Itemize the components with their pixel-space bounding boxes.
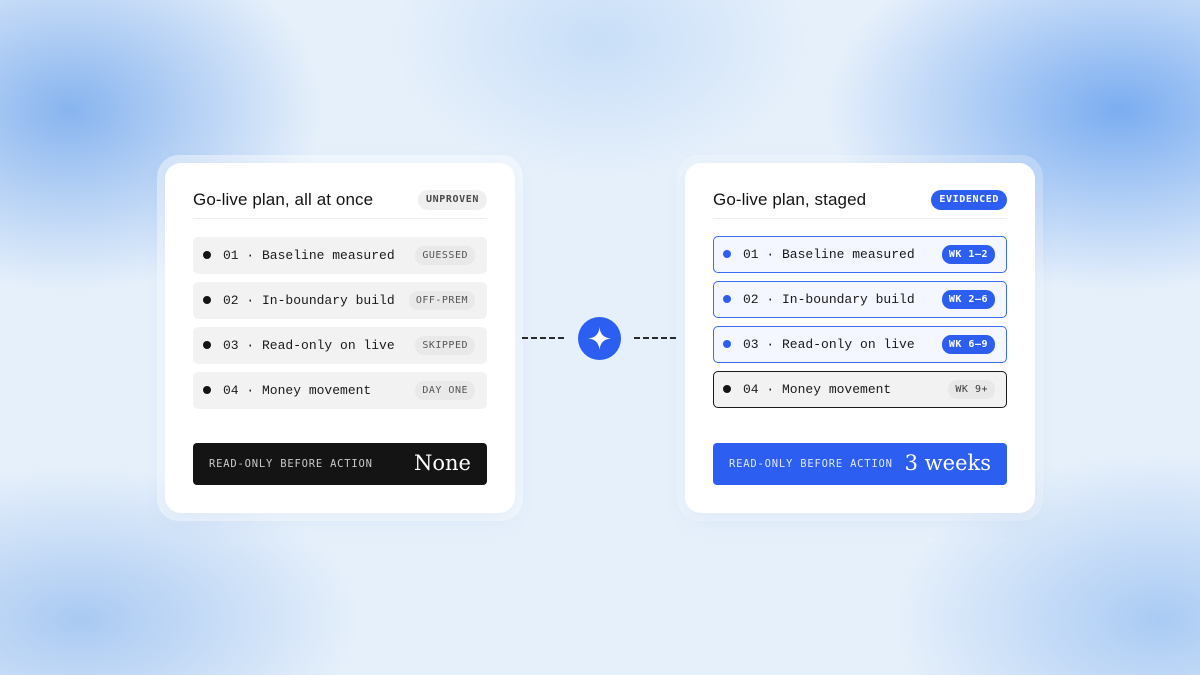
status-badge: UNPROVEN: [418, 190, 487, 210]
bullet-icon: [203, 341, 211, 349]
step-tag: WK 6–9: [941, 335, 995, 354]
step-row: 02 · In-boundary build WK 2–6: [713, 281, 1007, 318]
summary-label: READ-ONLY BEFORE ACTION: [209, 458, 373, 470]
step-row: 01 · Baseline measured GUESSED: [193, 237, 487, 274]
step-label: 04 · Money movement: [223, 383, 372, 398]
step-tag: GUESSED: [415, 246, 475, 265]
summary-value: None: [414, 451, 471, 475]
status-badge: EVIDENCED: [931, 190, 1007, 210]
step-label: 01 · Baseline measured: [743, 247, 915, 262]
summary-bar: READ-ONLY BEFORE ACTION None: [193, 443, 487, 485]
step-label: 02 · In-boundary build: [223, 293, 395, 308]
step-row: 03 · Read-only on live SKIPPED: [193, 327, 487, 364]
bullet-icon: [723, 385, 731, 393]
step-tag: DAY ONE: [415, 381, 475, 400]
step-label: 02 · In-boundary build: [743, 292, 915, 307]
step-label: 04 · Money movement: [743, 382, 892, 397]
step-label: 03 · Read-only on live: [743, 337, 915, 352]
plan-card-all-at-once: Go-live plan, all at once UNPROVEN 01 · …: [165, 163, 515, 513]
step-tag: SKIPPED: [415, 336, 475, 355]
card-title: Go-live plan, all at once: [193, 190, 374, 209]
card-header: Go-live plan, staged EVIDENCED: [713, 189, 1007, 219]
step-label: 03 · Read-only on live: [223, 338, 395, 353]
step-label: 01 · Baseline measured: [223, 248, 395, 263]
step-row: 03 · Read-only on live WK 6–9: [713, 326, 1007, 363]
bullet-icon: [723, 340, 731, 348]
step-tag: WK 2–6: [941, 290, 995, 309]
summary-bar: READ-ONLY BEFORE ACTION 3 weeks: [713, 443, 1007, 485]
dashed-connector-left: [522, 337, 564, 339]
bullet-icon: [203, 386, 211, 394]
bullet-icon: [723, 250, 731, 258]
summary-label: READ-ONLY BEFORE ACTION: [729, 458, 893, 470]
bullet-icon: [723, 295, 731, 303]
sparkle-icon: [578, 317, 621, 360]
bullet-icon: [203, 251, 211, 259]
plan-card-staged: Go-live plan, staged EVIDENCED 01 · Base…: [685, 163, 1035, 513]
dashed-connector-right: [634, 337, 676, 339]
step-row: 02 · In-boundary build OFF-PREM: [193, 282, 487, 319]
step-tag: WK 9+: [948, 380, 995, 399]
step-tag: WK 1–2: [941, 245, 995, 264]
step-row: 04 · Money movement DAY ONE: [193, 372, 487, 409]
step-tag: OFF-PREM: [408, 291, 475, 310]
bullet-icon: [203, 296, 211, 304]
card-header: Go-live plan, all at once UNPROVEN: [193, 189, 487, 219]
step-row: 04 · Money movement WK 9+: [713, 371, 1007, 408]
card-title: Go-live plan, staged: [713, 190, 867, 209]
step-row: 01 · Baseline measured WK 1–2: [713, 236, 1007, 273]
summary-value: 3 weeks: [904, 451, 991, 475]
